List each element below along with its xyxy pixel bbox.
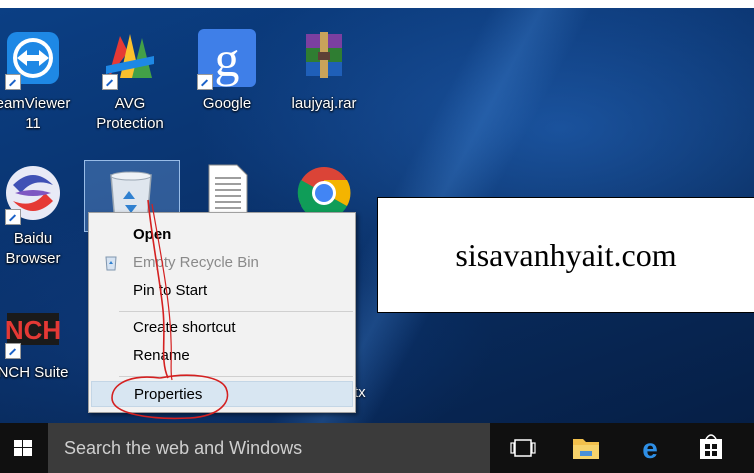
watermark-banner: sisavanhyait.com (377, 197, 754, 313)
banner-text: sisavanhyait.com (455, 236, 677, 273)
windows-logo-icon (14, 440, 32, 456)
search-placeholder: Search the web and Windows (64, 438, 303, 458)
edge-icon[interactable]: e (625, 423, 675, 473)
task-view-icon[interactable] (498, 423, 548, 473)
start-button[interactable] (0, 423, 48, 473)
taskbar: Search the web and Windows e (0, 423, 754, 473)
taskbar-search-box[interactable]: Search the web and Windows (48, 423, 490, 473)
store-icon[interactable] (686, 423, 736, 473)
svg-text:e: e (642, 433, 658, 464)
file-explorer-icon[interactable] (561, 423, 611, 473)
